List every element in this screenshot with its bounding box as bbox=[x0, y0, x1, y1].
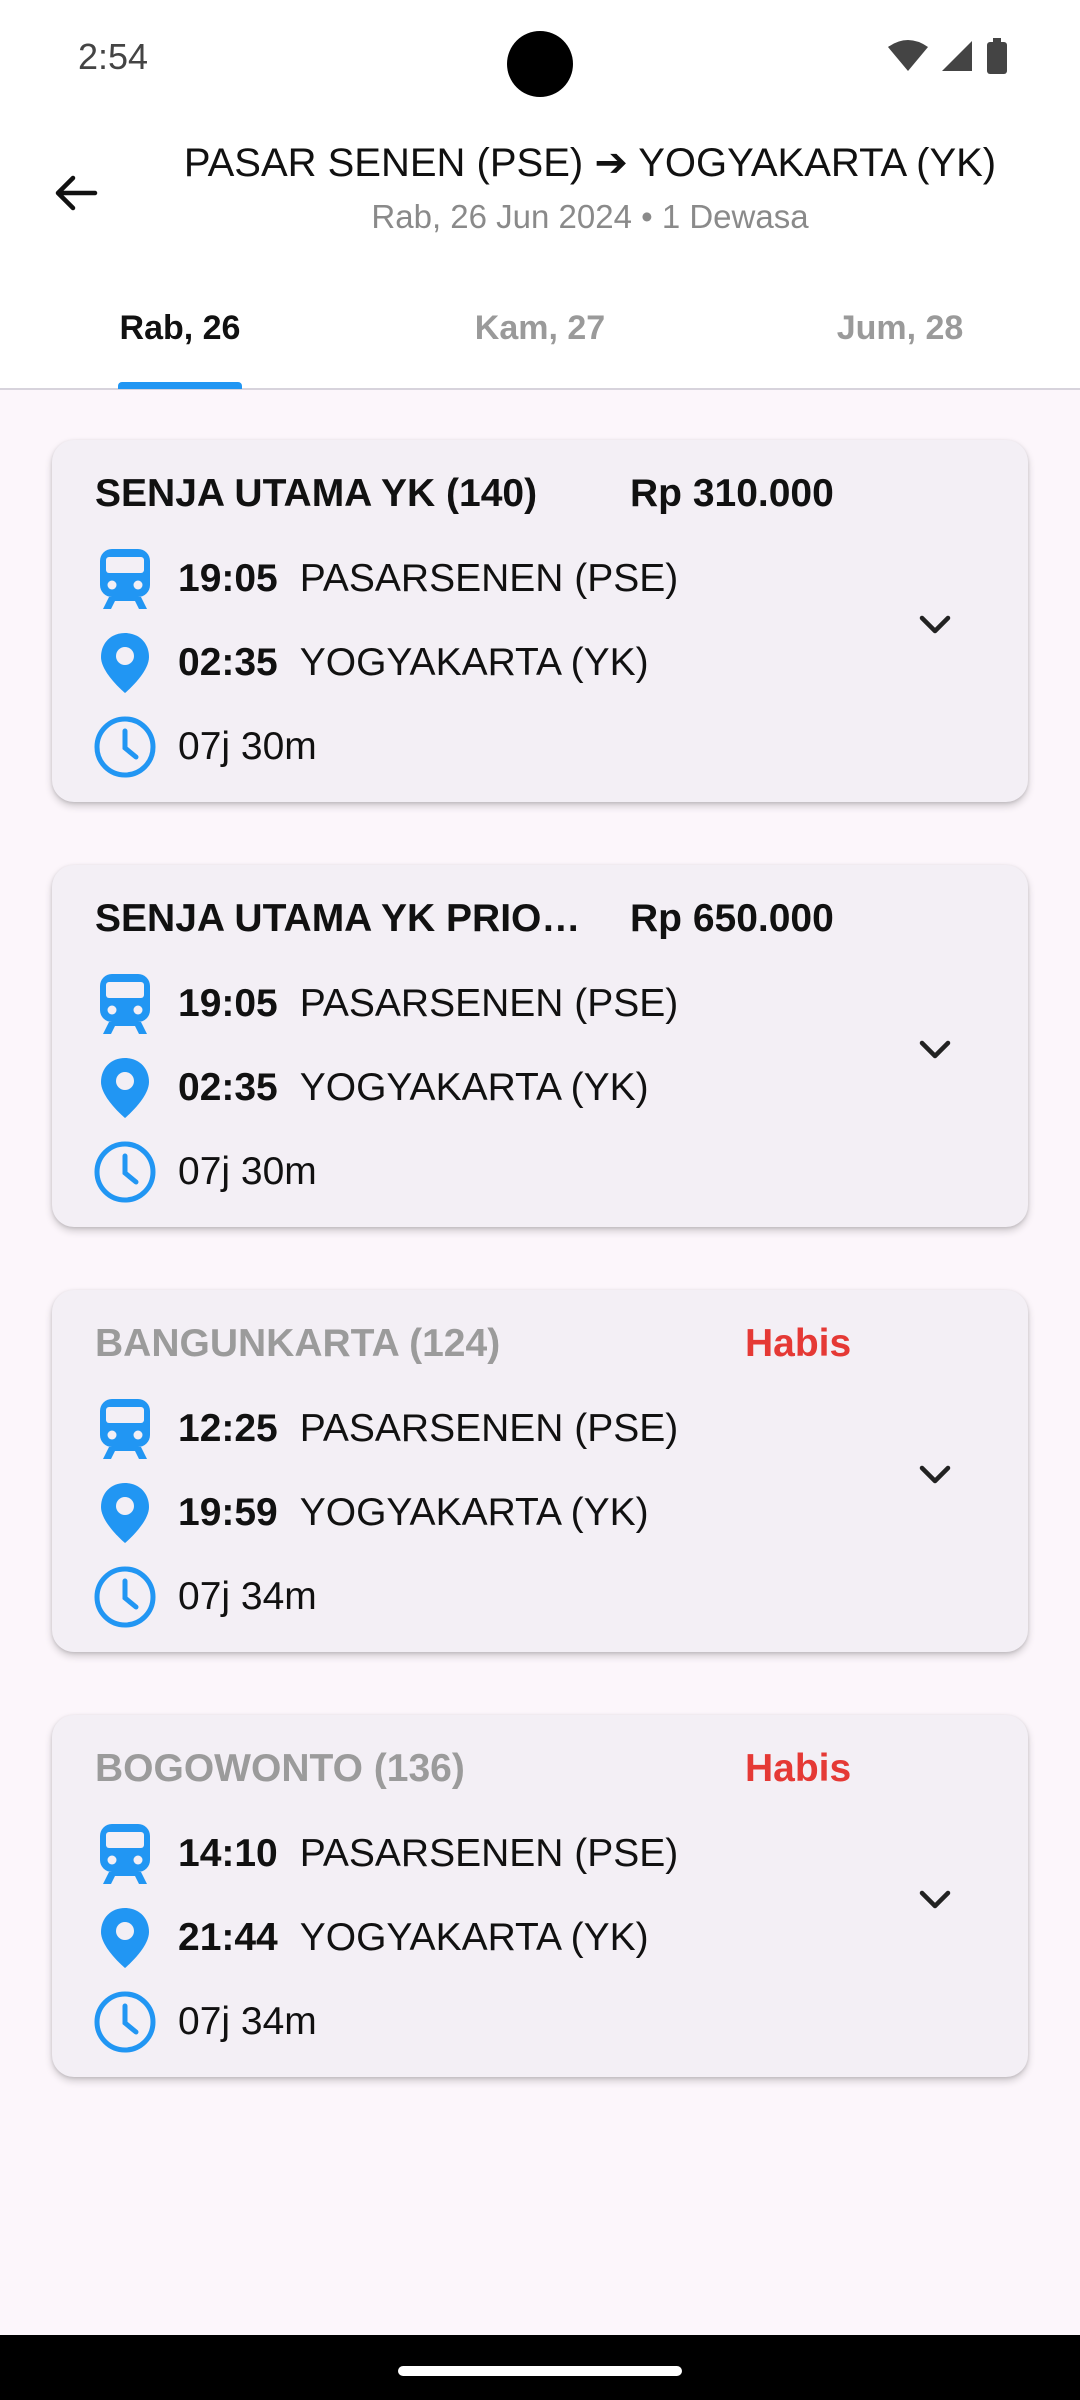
app-bar: PASAR SENEN (PSE) ➔ YOGYAKARTA (YK) Rab,… bbox=[0, 118, 1080, 268]
arrival-time: 02:35 bbox=[178, 1066, 278, 1109]
arrival-row: 02:35 YOGYAKARTA (YK) bbox=[92, 1053, 649, 1123]
chevron-down-icon bbox=[919, 1890, 951, 1909]
trip-duration: 07j 30m bbox=[178, 1150, 317, 1193]
expand-button[interactable] bbox=[902, 1867, 968, 1933]
back-arrow-icon bbox=[55, 175, 98, 211]
trip-subtitle: Rab, 26 Jun 2024 • 1 Dewasa bbox=[371, 198, 809, 235]
trip-duration: 07j 34m bbox=[178, 2000, 317, 2043]
status-time: 2:54 bbox=[78, 36, 149, 77]
location-pin-icon bbox=[92, 1480, 158, 1546]
departure-station: PASARSENEN (PSE) bbox=[299, 982, 679, 1025]
tab-jum-28[interactable]: Jum, 28 bbox=[720, 268, 1080, 388]
train-card[interactable]: SENJA UTAMA YK (140) Rp 310.000 19:05 PA… bbox=[52, 440, 1028, 802]
departure-time: 19:05 bbox=[178, 557, 278, 600]
sold-out-label: Habis bbox=[745, 1747, 852, 1790]
train-icon bbox=[92, 546, 158, 612]
arrival-station: YOGYAKARTA (YK) bbox=[299, 1066, 649, 1109]
departure-row: 14:10 PASARSENEN (PSE) bbox=[92, 1819, 678, 1889]
train-card[interactable]: BOGOWONTO (136) Habis 14:10 PASARSENEN (… bbox=[52, 1715, 1028, 2077]
departure-station: PASARSENEN (PSE) bbox=[299, 557, 679, 600]
chevron-down-icon bbox=[919, 1465, 951, 1484]
signal-icon bbox=[942, 41, 972, 71]
train-price: Rp 650.000 bbox=[630, 897, 834, 940]
tab-rab-26[interactable]: Rab, 26 bbox=[0, 268, 360, 388]
departure-row: 12:25 PASARSENEN (PSE) bbox=[92, 1394, 678, 1464]
expand-button[interactable] bbox=[902, 1017, 968, 1083]
trip-duration: 07j 30m bbox=[178, 725, 317, 768]
date-tabs: Rab, 26 Kam, 27 Jum, 28 bbox=[0, 268, 1080, 390]
expand-button[interactable] bbox=[902, 592, 968, 658]
location-pin-icon bbox=[92, 630, 158, 696]
arrival-station: YOGYAKARTA (YK) bbox=[299, 1916, 649, 1959]
departure-time: 12:25 bbox=[178, 1407, 278, 1450]
back-button[interactable] bbox=[40, 158, 110, 228]
train-card[interactable]: BANGUNKARTA (124) Habis 12:25 PASARSENEN… bbox=[52, 1290, 1028, 1652]
active-tab-indicator bbox=[118, 382, 242, 389]
train-price: Rp 310.000 bbox=[630, 472, 834, 515]
home-gesture-handle[interactable] bbox=[398, 2366, 682, 2376]
arrival-row: 02:35 YOGYAKARTA (YK) bbox=[92, 628, 649, 698]
train-icon bbox=[92, 1396, 158, 1462]
train-icon bbox=[92, 971, 158, 1037]
location-pin-icon bbox=[92, 1055, 158, 1121]
arrival-station: YOGYAKARTA (YK) bbox=[299, 1491, 649, 1534]
camera-cutout bbox=[507, 31, 573, 97]
chevron-down-icon bbox=[919, 615, 951, 634]
tab-kam-27[interactable]: Kam, 27 bbox=[360, 268, 720, 388]
duration-row: 07j 30m bbox=[92, 1137, 317, 1207]
train-name: BOGOWONTO (136) bbox=[95, 1747, 465, 1790]
clock-icon bbox=[92, 1139, 158, 1205]
departure-time: 19:05 bbox=[178, 982, 278, 1025]
clock-icon bbox=[92, 1989, 158, 2055]
duration-row: 07j 34m bbox=[92, 1987, 317, 2057]
clock-icon bbox=[92, 714, 158, 780]
train-name: SENJA UTAMA YK PRIORITAS bbox=[95, 897, 605, 940]
route-title: PASAR SENEN (PSE) ➔ YOGYAKARTA (YK) bbox=[183, 141, 997, 185]
train-name: BANGUNKARTA (124) bbox=[95, 1322, 501, 1365]
duration-row: 07j 34m bbox=[92, 1562, 317, 1632]
status-icons bbox=[888, 38, 1008, 74]
wifi-icon bbox=[888, 40, 928, 71]
train-card[interactable]: SENJA UTAMA YK PRIORITAS Rp 650.000 19:0… bbox=[52, 865, 1028, 1227]
location-pin-icon bbox=[92, 1905, 158, 1971]
status-bar: 2:54 bbox=[0, 0, 1080, 118]
arrival-station: YOGYAKARTA (YK) bbox=[299, 641, 649, 684]
trip-duration: 07j 34m bbox=[178, 1575, 317, 1618]
chevron-down-icon bbox=[919, 1040, 951, 1059]
duration-row: 07j 30m bbox=[92, 712, 317, 782]
arrival-row: 19:59 YOGYAKARTA (YK) bbox=[92, 1478, 649, 1548]
clock-icon bbox=[92, 1564, 158, 1630]
arrival-time: 02:35 bbox=[178, 641, 278, 684]
departure-row: 19:05 PASARSENEN (PSE) bbox=[92, 544, 678, 614]
train-list: SENJA UTAMA YK (140) Rp 310.000 19:05 PA… bbox=[52, 440, 1028, 2140]
arrival-row: 21:44 YOGYAKARTA (YK) bbox=[92, 1903, 649, 1973]
departure-row: 19:05 PASARSENEN (PSE) bbox=[92, 969, 678, 1039]
departure-time: 14:10 bbox=[178, 1832, 278, 1875]
departure-station: PASARSENEN (PSE) bbox=[299, 1832, 679, 1875]
battery-icon bbox=[987, 38, 1007, 74]
arrival-time: 21:44 bbox=[178, 1916, 278, 1959]
sold-out-label: Habis bbox=[745, 1322, 852, 1365]
arrival-time: 19:59 bbox=[178, 1491, 278, 1534]
train-icon bbox=[92, 1821, 158, 1887]
departure-station: PASARSENEN (PSE) bbox=[299, 1407, 679, 1450]
train-name: SENJA UTAMA YK (140) bbox=[95, 472, 538, 515]
expand-button[interactable] bbox=[902, 1442, 968, 1508]
